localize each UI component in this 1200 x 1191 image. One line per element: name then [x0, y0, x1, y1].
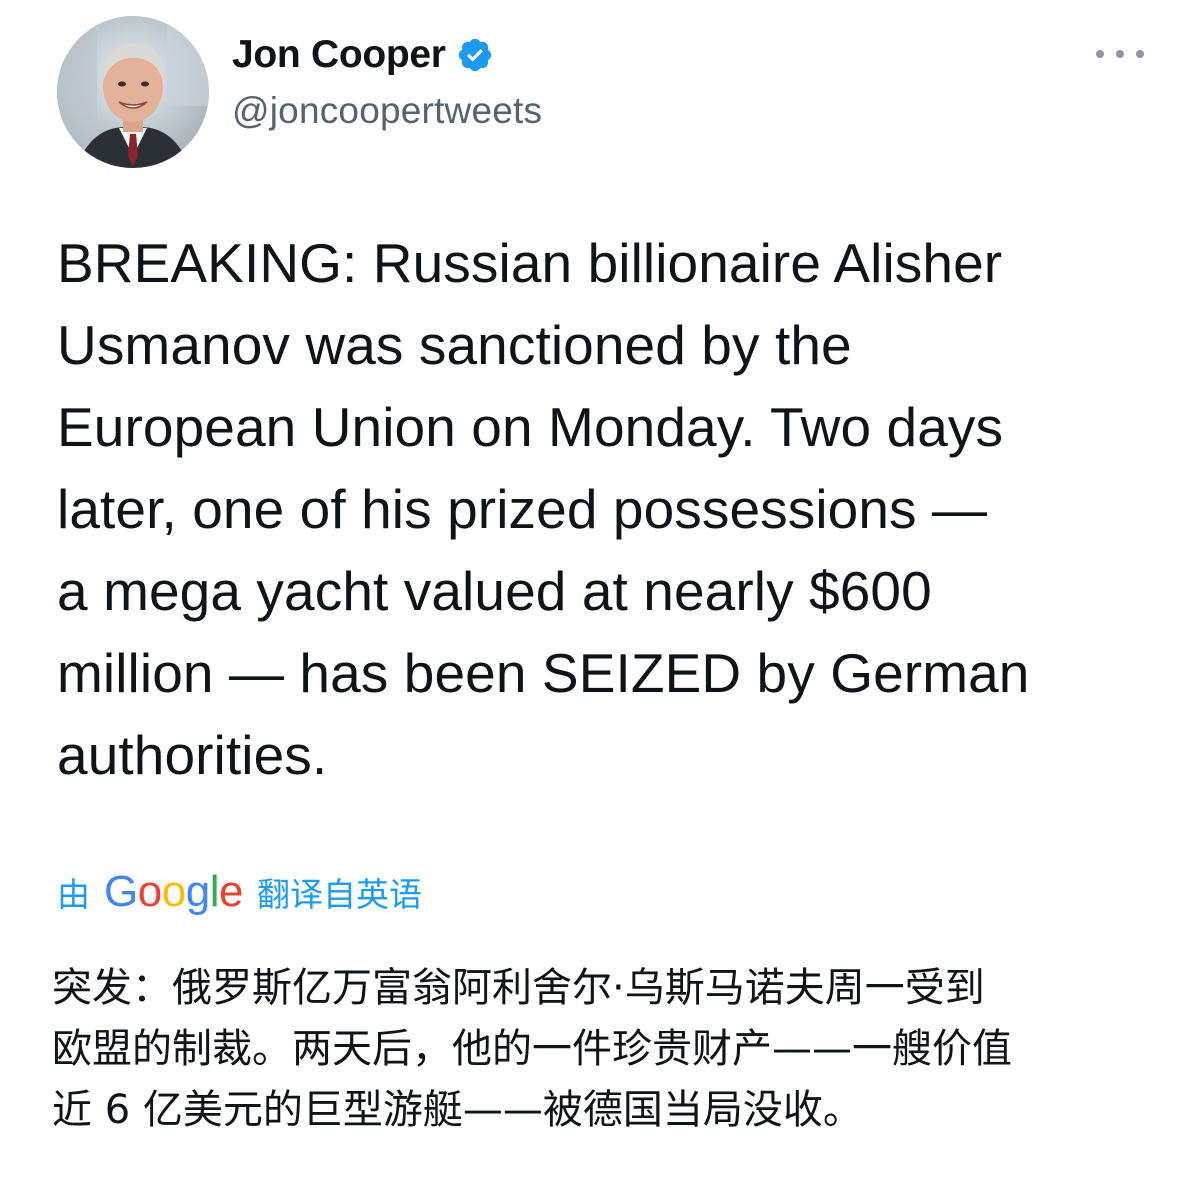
user-handle[interactable]: @joncoopertweets: [232, 90, 542, 132]
tweet-text: BREAKING: Russian billionaire Alisher Us…: [57, 232, 1030, 786]
translated-line: 突发：俄罗斯亿万富翁阿利舍尔·乌斯马诺夫周一受到: [52, 965, 985, 1011]
more-dot: [1116, 50, 1124, 58]
avatar-image: [57, 16, 209, 168]
google-logo: Google: [104, 867, 243, 916]
tweet-card: Jon Cooper @joncoopertweets BREAKING: Ru…: [0, 0, 1200, 1191]
translate-suffix: 翻译自英语: [256, 875, 422, 914]
more-options-icon[interactable]: [1096, 40, 1144, 68]
translate-attribution[interactable]: 由 Google 翻译自英语: [57, 862, 422, 922]
avatar[interactable]: [57, 16, 209, 168]
translated-line: 近 6 亿美元的巨型游艇——被德国当局没收。: [52, 1087, 863, 1133]
display-name[interactable]: Jon Cooper: [232, 33, 446, 77]
author-info: Jon Cooper @joncoopertweets: [232, 30, 542, 132]
more-dot: [1136, 50, 1144, 58]
name-row: Jon Cooper: [232, 30, 542, 80]
translate-prefix: 由: [57, 875, 90, 914]
translated-line: 欧盟的制裁。两天后，他的一件珍贵财产——一艘价值: [52, 1026, 1012, 1072]
translated-text: 突发：俄罗斯亿万富翁阿利舍尔·乌斯马诺夫周一受到 欧盟的制裁。两天后，他的一件珍…: [52, 958, 1162, 1141]
more-dot: [1096, 50, 1104, 58]
verified-badge-icon: [456, 36, 494, 74]
